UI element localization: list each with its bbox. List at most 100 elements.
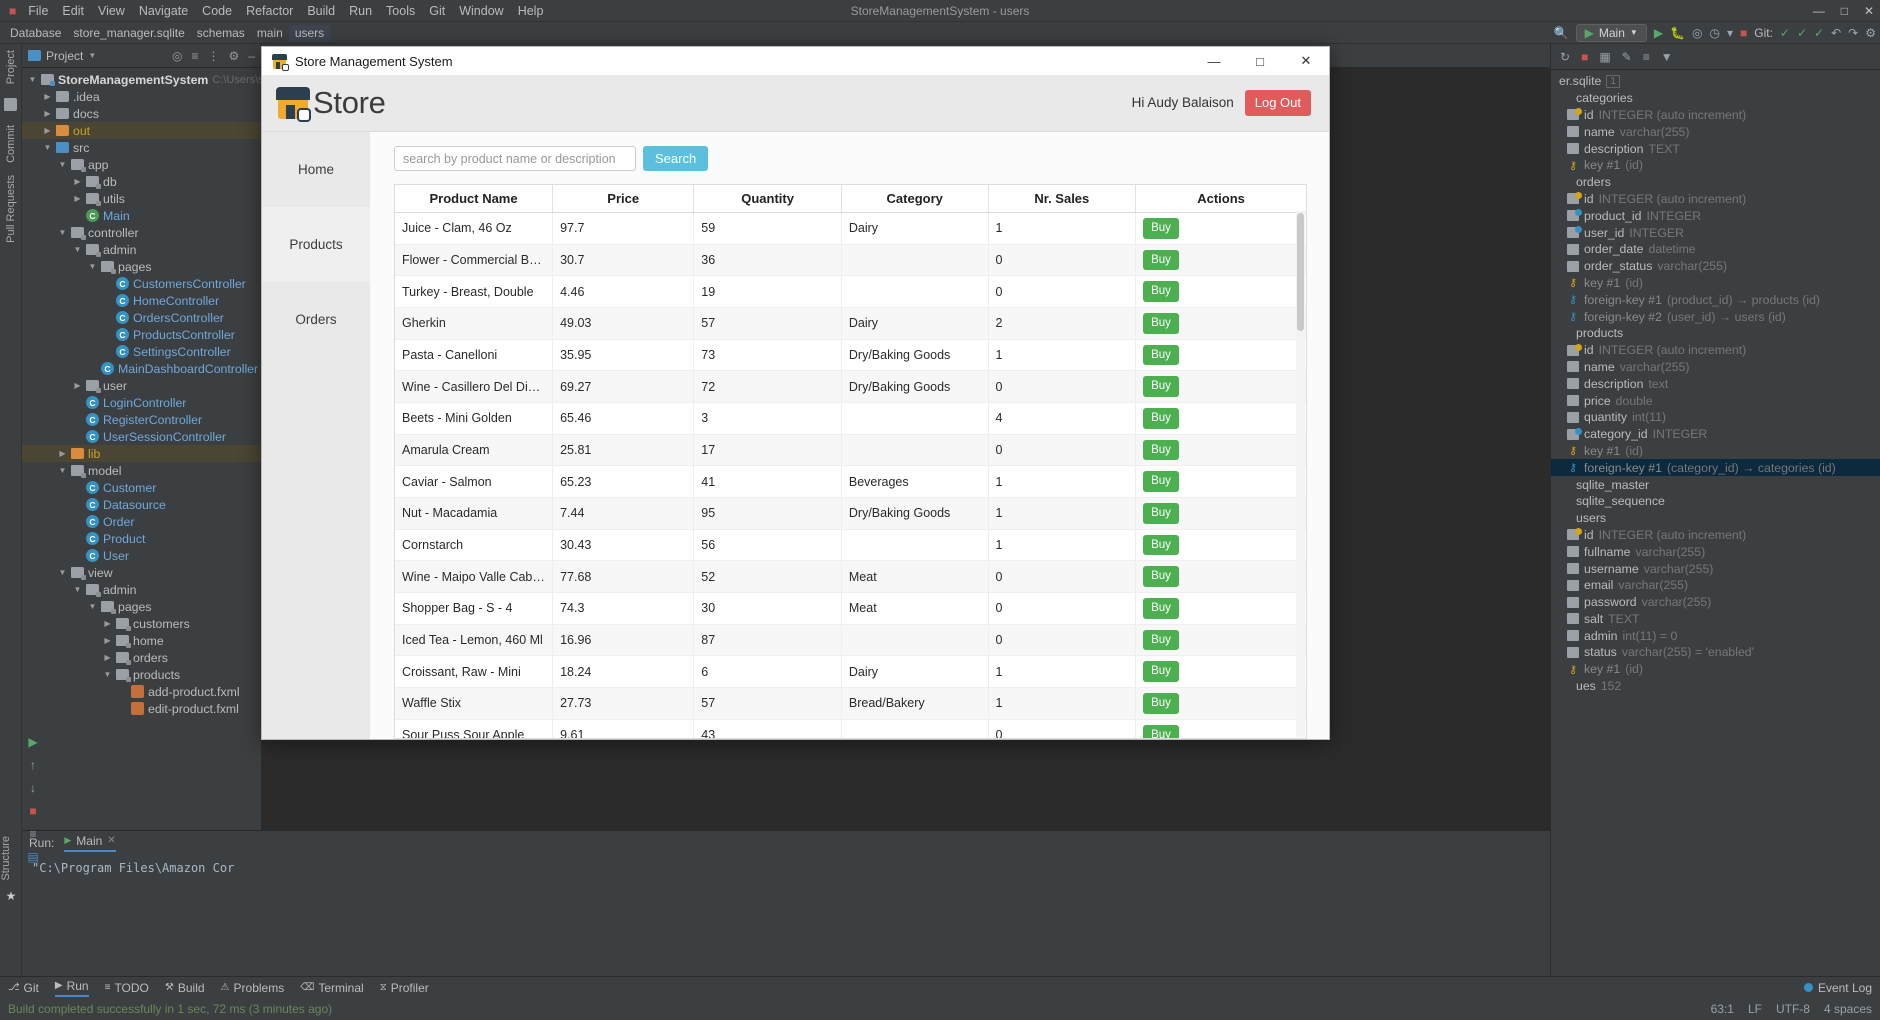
scroll-up-icon[interactable]: ↑ xyxy=(30,759,36,771)
db-tree-node[interactable]: salt TEXT xyxy=(1551,611,1880,628)
db-tree-node[interactable]: ⚷ key #1 (id) xyxy=(1551,275,1880,292)
more-run-icon[interactable]: ▾ xyxy=(1727,27,1733,39)
buy-button[interactable]: Buy xyxy=(1143,724,1179,738)
menu-tools[interactable]: Tools xyxy=(379,2,422,20)
db-tree-node[interactable]: order_date datetime xyxy=(1551,241,1880,258)
ide-close-icon[interactable]: ✕ xyxy=(1864,4,1874,18)
sidebar-item-products[interactable]: Products xyxy=(262,207,370,282)
ide-minimize-icon[interactable]: — xyxy=(1813,4,1825,18)
chevron-down-icon[interactable]: ▼ xyxy=(73,245,82,254)
breadcrumb-item[interactable]: schemas xyxy=(191,25,251,41)
table-row[interactable]: Croissant, Raw - Mini 18.24 6 Dairy 1 Buy xyxy=(395,655,1306,689)
run-tab-main[interactable]: ▶ Main ✕ xyxy=(64,834,116,852)
menu-run[interactable]: Run xyxy=(342,2,379,20)
buy-button[interactable]: Buy xyxy=(1143,661,1179,683)
expand-icon[interactable]: ≡ xyxy=(192,49,199,63)
tree-node[interactable]: C LoginController xyxy=(22,394,261,411)
tree-node[interactable]: ▼ products xyxy=(22,666,261,683)
star-icon[interactable]: ★ xyxy=(6,890,17,902)
tree-node[interactable]: ▶ customers xyxy=(22,615,261,632)
db-tree-node[interactable]: sqlite_master xyxy=(1551,476,1880,493)
statusbar-profiler[interactable]: ⧖ Profiler xyxy=(380,981,429,995)
db-tree-node[interactable]: price double xyxy=(1551,392,1880,409)
column-header[interactable]: Product Name xyxy=(395,185,554,213)
buy-button[interactable]: Buy xyxy=(1143,534,1179,556)
tree-node[interactable]: ▶ lib xyxy=(22,445,261,462)
statusbar-problems[interactable]: ⚠ Problems xyxy=(221,981,285,995)
table-row[interactable]: Sour Puss Sour Apple 9.61 43 0 Buy xyxy=(395,719,1306,738)
buy-button[interactable]: Buy xyxy=(1143,408,1179,429)
db-tree-node[interactable]: admin int(11) = 0 xyxy=(1551,627,1880,644)
chevron-right-icon[interactable]: ▶ xyxy=(73,381,82,390)
db-tree-node[interactable]: ⚷ key #1 (id) xyxy=(1551,443,1880,460)
table-row[interactable]: Shopper Bag - S - 4 74.3 30 Meat 0 Buy xyxy=(395,592,1306,625)
tree-node[interactable]: C Order xyxy=(22,513,261,530)
buy-button[interactable]: Buy xyxy=(1143,218,1179,239)
tree-node[interactable]: ▼ model xyxy=(22,462,261,479)
db-tree-node[interactable]: id INTEGER (auto increment) xyxy=(1551,191,1880,208)
logout-button[interactable]: Log Out xyxy=(1244,90,1311,116)
stop-process-icon[interactable]: ■ xyxy=(29,805,36,817)
editor-indicator[interactable]: UTF-8 xyxy=(1776,1002,1810,1016)
db-tree-node[interactable]: order_status varchar(255) xyxy=(1551,258,1880,275)
db-tree-node[interactable]: quantity int(11) xyxy=(1551,409,1880,426)
tree-node[interactable]: C RegisterController xyxy=(22,411,261,428)
db-tree-node[interactable]: status varchar(255) = 'enabled' xyxy=(1551,644,1880,661)
chevron-down-icon[interactable]: ▼ xyxy=(88,602,97,611)
breadcrumb-item[interactable]: Database xyxy=(4,25,67,41)
table-row[interactable]: Flower - Commercial Bronze 30.7 36 0 Buy xyxy=(395,244,1306,277)
chevron-right-icon[interactable]: ▶ xyxy=(73,194,82,203)
db-tree-node[interactable]: fullname varchar(255) xyxy=(1551,543,1880,560)
undo-icon[interactable]: ↶ xyxy=(1831,27,1841,39)
sql-icon[interactable]: ≡ xyxy=(1643,50,1650,64)
buy-button[interactable]: Buy xyxy=(1143,344,1179,366)
table-row[interactable]: Wine - Maipo Valle Cabernet 77.68 52 Meat 0 B… xyxy=(395,560,1306,594)
tree-node[interactable]: ▶ db xyxy=(22,173,261,190)
tree-node[interactable]: ▶ home xyxy=(22,632,261,649)
table-row[interactable]: Iced Tea - Lemon, 460 Ml 16.96 87 0 Buy xyxy=(395,624,1306,657)
chevron-right-icon[interactable]: ▶ xyxy=(43,92,52,101)
chevron-right-icon[interactable]: ▶ xyxy=(43,109,52,118)
ide-maximize-icon[interactable]: □ xyxy=(1841,4,1848,18)
editor-indicator[interactable]: 4 spaces xyxy=(1824,1002,1872,1016)
table-row[interactable]: Amarula Cream 25.81 17 0 Buy xyxy=(395,434,1306,467)
db-tree-node[interactable]: ues 152 xyxy=(1551,678,1880,695)
target-icon[interactable]: ◎ xyxy=(172,49,182,63)
menu-window[interactable]: Window xyxy=(452,2,510,20)
db-tree-node[interactable]: sqlite_sequence xyxy=(1551,493,1880,510)
tree-node[interactable]: ▼ app xyxy=(22,156,261,173)
breadcrumb-item[interactable]: users xyxy=(288,24,331,41)
search-everywhere-icon[interactable]: 🔍 xyxy=(1554,27,1569,39)
buy-button[interactable]: Buy xyxy=(1143,629,1179,651)
table-row[interactable]: Wine - Casillero Del Diablo 69.27 72 Dry/Ba… xyxy=(395,370,1306,404)
tree-node[interactable]: C Datasource xyxy=(22,496,261,513)
tree-node[interactable]: ▼ pages xyxy=(22,258,261,275)
chevron-right-icon[interactable]: ▶ xyxy=(103,653,112,662)
tree-node[interactable]: C User xyxy=(22,547,261,564)
tree-node[interactable]: C OrdersController xyxy=(22,309,261,326)
table-row[interactable]: Juice - Clam, 46 Oz 97.7 59 Dairy 1 Buy xyxy=(395,212,1306,245)
db-tree-node[interactable]: products xyxy=(1551,325,1880,342)
products-table-scrollbar[interactable] xyxy=(1296,211,1305,737)
app-close-button[interactable]: ✕ xyxy=(1283,47,1329,75)
db-tree-node[interactable]: password varchar(255) xyxy=(1551,594,1880,611)
buy-button[interactable]: Buy xyxy=(1143,281,1179,303)
menu-build[interactable]: Build xyxy=(300,2,342,20)
db-tree-node[interactable]: id INTEGER (auto increment) xyxy=(1551,342,1880,359)
chevron-right-icon[interactable]: ▶ xyxy=(73,177,82,186)
tree-node[interactable]: C Customer xyxy=(22,479,261,496)
run-configuration-selector[interactable]: ▶ Main ▼ xyxy=(1575,23,1647,42)
chevron-down-icon[interactable]: ▼ xyxy=(28,75,37,84)
buy-button[interactable]: Buy xyxy=(1143,249,1179,271)
db-tree-node[interactable]: description TEXT xyxy=(1551,140,1880,157)
table-row[interactable]: Beets - Mini Golden 65.46 3 4 Buy xyxy=(395,402,1306,435)
menu-navigate[interactable]: Navigate xyxy=(132,2,195,20)
db-tree-node[interactable]: email varchar(255) xyxy=(1551,577,1880,594)
tree-node[interactable]: ▶ out xyxy=(22,122,261,139)
git-push-icon[interactable]: ✓ xyxy=(1814,27,1824,39)
table-row[interactable]: Turkey - Breast, Double 4.46 19 0 Buy xyxy=(395,275,1306,309)
db-tree-node[interactable]: id INTEGER (auto increment) xyxy=(1551,527,1880,544)
refresh-icon[interactable]: ↻ xyxy=(1560,50,1570,64)
table-row[interactable]: Pasta - Canelloni 35.95 73 Dry/Baking Goods… xyxy=(395,339,1306,372)
editor-indicator[interactable]: 63:1 xyxy=(1711,1002,1734,1016)
